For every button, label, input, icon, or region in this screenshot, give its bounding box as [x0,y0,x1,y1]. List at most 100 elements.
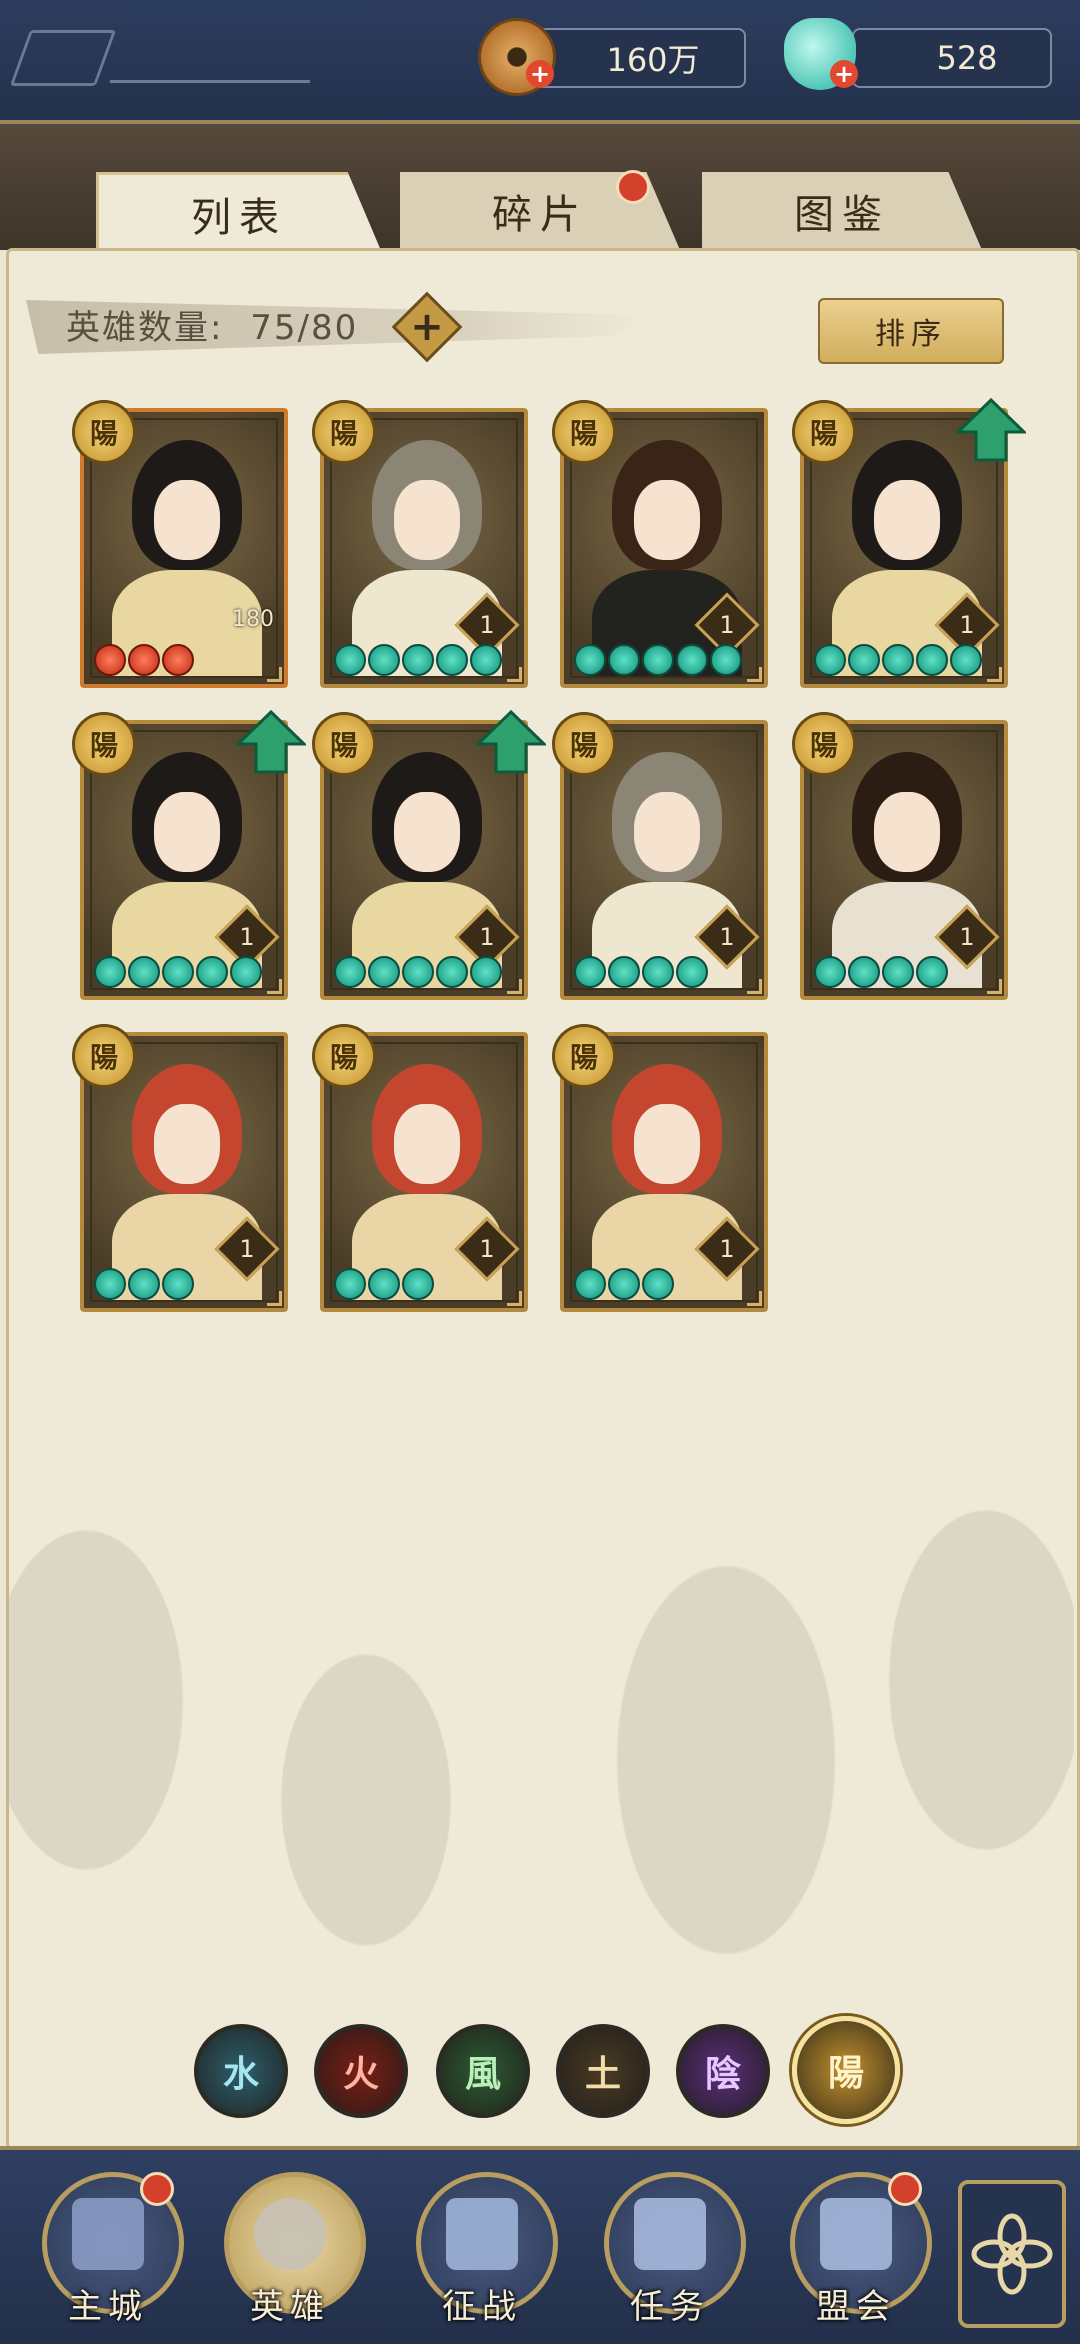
star-icon [334,644,366,676]
star-icon [94,1268,126,1300]
jade-resource: 528 [852,28,1052,88]
tab-fragments-label: 碎片 [492,192,588,238]
star-icon [334,956,366,988]
hero-card[interactable]: 陽 1 [312,400,528,688]
fragments-notification-badge [616,170,650,204]
element-filter-earth[interactable]: 土 [556,2024,650,2118]
tab-codex-label: 图鉴 [794,192,890,238]
star-icon [950,644,982,676]
element-filter-yang[interactable]: 陽 [792,2016,900,2124]
hero-level: 1 [959,923,975,951]
element-glyph: 陽 [827,2053,864,2094]
element-filter-wind[interactable]: 風 [436,2024,530,2118]
star-icon [402,644,434,676]
hero-count-value: 75/80 [250,308,359,348]
star-icon [642,644,674,676]
add-coins-button[interactable]: + [526,60,554,88]
star-icon [436,644,468,676]
hero-card[interactable]: 陽 1 [72,1024,288,1312]
element-glyph: 風 [464,2054,501,2095]
nav-label: 主城 [68,2287,148,2327]
upgrade-arrow-icon [236,710,306,774]
nav-item[interactable]: 主城 [38,2168,184,2328]
hero-card[interactable]: 陽 1 [552,400,768,688]
star-rating [334,644,502,676]
star-rating [94,644,194,676]
hero-card[interactable]: 陽 180 [72,400,288,688]
nav-label: 盟会 [816,2287,896,2327]
hero-card[interactable]: 陽 1 [552,1024,768,1312]
card-corner-ornament [267,1291,282,1306]
yang-element-icon: 陽 [792,400,856,464]
plus-icon: + [410,304,444,350]
hero-card[interactable]: 陽 1 [312,1024,528,1312]
menu-logo-icon[interactable] [9,30,117,86]
nav-notification-badge [888,2172,922,2206]
nav-label: 英雄 [250,2287,330,2327]
nav-icon [820,2198,892,2270]
star-icon [916,644,948,676]
hero-face [394,1104,460,1184]
hero-card[interactable]: 陽 1 [792,398,1026,688]
star-rating [814,644,982,676]
yang-element-icon: 陽 [552,712,616,776]
nav-label: 任务 [630,2287,710,2327]
nav-item[interactable]: 任务 [600,2168,746,2328]
yang-element-icon: 陽 [792,712,856,776]
star-rating [334,1268,434,1300]
star-icon [402,1268,434,1300]
tab-list[interactable]: 列表 [96,172,382,253]
star-icon [642,956,674,988]
star-rating [574,644,742,676]
hero-level: 1 [239,1235,255,1263]
nav-icon [634,2198,706,2270]
nav-item[interactable]: 英雄 [220,2168,366,2328]
sort-button-label: 排序 [875,317,947,352]
tab-codex[interactable]: 图鉴 [702,172,982,250]
nav-item[interactable]: 盟会 [786,2168,932,2328]
star-icon [196,956,228,988]
nav-item[interactable]: 征战 [412,2168,558,2328]
star-icon [642,1268,674,1300]
hero-card[interactable]: 陽 1 [312,710,546,1000]
more-menu-button[interactable] [958,2180,1066,2328]
hero-face [634,1104,700,1184]
star-icon [882,956,914,988]
sort-button[interactable]: 排序 [818,298,1004,364]
yang-element-icon: 陽 [72,400,136,464]
element-filter-water[interactable]: 水 [194,2024,288,2118]
nav-icon [254,2198,326,2270]
hero-face [394,480,460,560]
hero-card[interactable]: 陽 1 [552,712,768,1000]
star-icon [676,644,708,676]
star-icon [128,956,160,988]
hero-card[interactable]: 陽 1 [792,712,1008,1000]
hero-face [874,792,940,872]
element-filter-yin[interactable]: 陰 [676,2024,770,2118]
star-icon [608,644,640,676]
hero-face [394,792,460,872]
star-icon [470,956,502,988]
star-icon [710,644,742,676]
star-rating [94,1268,194,1300]
upgrade-arrow-icon [476,710,546,774]
yang-element-icon: 陽 [312,400,376,464]
nav-label: 征战 [442,2287,522,2327]
hero-face [154,480,220,560]
yang-element-icon: 陽 [552,1024,616,1088]
upgrade-arrow-icon [956,398,1026,462]
card-corner-ornament [507,1291,522,1306]
hero-count-label: 英雄数量: [66,308,224,348]
star-icon [402,956,434,988]
element-filter-fire[interactable]: 火 [314,2024,408,2118]
hero-level: 1 [479,923,495,951]
add-jade-button[interactable]: + [830,60,858,88]
hero-face [874,480,940,560]
star-icon [608,1268,640,1300]
hero-card[interactable]: 陽 1 [72,710,306,1000]
hero-face [154,1104,220,1184]
nav-icon [72,2198,144,2270]
hero-level: 1 [959,611,975,639]
star-icon [230,956,262,988]
hero-level: 1 [719,923,735,951]
